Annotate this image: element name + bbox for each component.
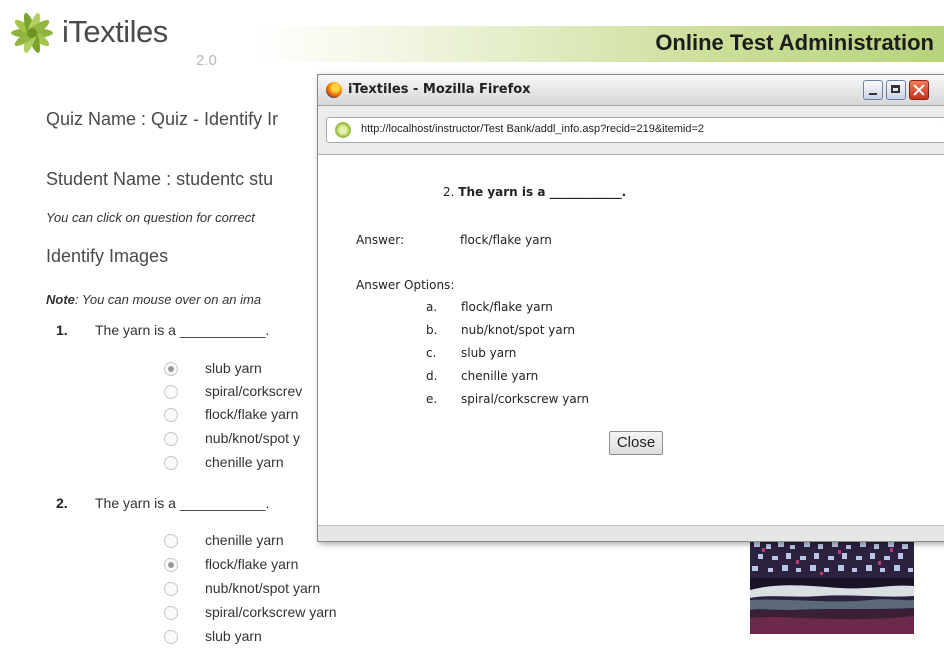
maximize-button[interactable]	[886, 80, 906, 100]
header-bar: Online Test Administration	[255, 26, 944, 62]
close-window-button[interactable]	[909, 80, 929, 100]
option-label: slub yarn	[205, 628, 262, 644]
option-label: flock/flake yarn	[205, 556, 299, 572]
window-title: iTextiles - Mozilla Firefox	[348, 82, 531, 97]
option-letter: d.	[426, 369, 438, 383]
yarn-image	[750, 538, 914, 634]
question-text[interactable]: The yarn is a ___________.	[95, 495, 269, 511]
question-number: 1.	[56, 322, 68, 338]
option-label: slub yarn	[205, 360, 262, 376]
answer-label: Answer:	[356, 233, 405, 247]
url-text: http://localhost/instructor/Test Bank/ad…	[361, 123, 705, 135]
note-label: Note	[46, 292, 75, 307]
answer-value: flock/flake yarn	[460, 233, 552, 247]
option-label: chenille yarn	[205, 532, 284, 548]
popup-question-number: 2.	[443, 185, 455, 199]
popup-window: iTextiles - Mozilla Firefox http://local…	[317, 74, 944, 542]
section-title: Identify Images	[46, 246, 169, 266]
address-row: http://localhost/instructor/Test Bank/ad…	[318, 106, 944, 155]
status-bar	[318, 525, 944, 541]
minimize-button[interactable]	[863, 80, 883, 100]
option-label: nub/knot/spot yarn	[205, 580, 321, 596]
popup-content: 2. The yarn is a ____________. Answer: f…	[318, 155, 944, 525]
url-bar[interactable]: http://localhost/instructor/Test Bank/ad…	[326, 117, 944, 143]
option-label: spiral/corkscrev	[205, 383, 303, 399]
page-title: Online Test Administration	[655, 30, 934, 55]
logo-text: iTextiles	[62, 14, 168, 49]
popup-question: 2. The yarn is a ____________.	[443, 185, 626, 199]
option-label: chenille yarn	[205, 454, 284, 470]
option-letter: e.	[426, 392, 438, 406]
logo-version: 2.0	[196, 52, 217, 69]
radio-button[interactable]	[164, 456, 178, 470]
radio-button[interactable]	[164, 385, 178, 399]
option-label: nub/knot/spot y	[205, 430, 300, 446]
option-label: spiral/corkscrew yarn	[205, 604, 337, 620]
note-line: Note: You can mouse over on an ima	[46, 292, 261, 307]
answer-options-label: Answer Options:	[356, 278, 455, 292]
close-button[interactable]: Close	[609, 431, 663, 455]
popup-question-text: The yarn is a ____________.	[458, 185, 627, 199]
option-text: slub yarn	[461, 346, 517, 360]
student-name: Student Name : studentc stu	[46, 169, 274, 189]
window-titlebar[interactable]: iTextiles - Mozilla Firefox	[318, 75, 944, 106]
option-letter: b.	[426, 323, 438, 337]
radio-button[interactable]	[164, 408, 178, 422]
itextiles-logo[interactable]: iTextiles 2.0	[8, 8, 248, 69]
option-text: spiral/corkscrew yarn	[461, 392, 590, 406]
option-text: flock/flake yarn	[461, 300, 553, 314]
radio-button[interactable]	[164, 362, 178, 376]
option-letter: a.	[426, 300, 438, 314]
quiz-hint: You can click on question for correct	[46, 210, 255, 225]
quiz-name: Quiz Name : Quiz - Identify Ir	[46, 109, 279, 129]
question-image[interactable]	[750, 538, 914, 634]
note-text: : You can mouse over on an ima	[74, 292, 262, 307]
option-label: flock/flake yarn	[205, 406, 299, 422]
question-text[interactable]: The yarn is a ___________.	[95, 322, 269, 338]
radio-button[interactable]	[164, 630, 178, 644]
option-letter: c.	[426, 346, 437, 360]
radio-button[interactable]	[164, 432, 178, 446]
question-number: 2.	[56, 495, 68, 511]
radio-button[interactable]	[164, 606, 178, 620]
site-favicon-icon	[335, 122, 351, 138]
radio-button[interactable]	[164, 582, 178, 596]
radio-button[interactable]	[164, 558, 178, 572]
option-text: nub/knot/spot yarn	[461, 323, 576, 337]
logo-mark-icon	[11, 12, 53, 54]
radio-button[interactable]	[164, 534, 178, 548]
firefox-icon	[326, 82, 342, 98]
option-text: chenille yarn	[461, 369, 539, 383]
